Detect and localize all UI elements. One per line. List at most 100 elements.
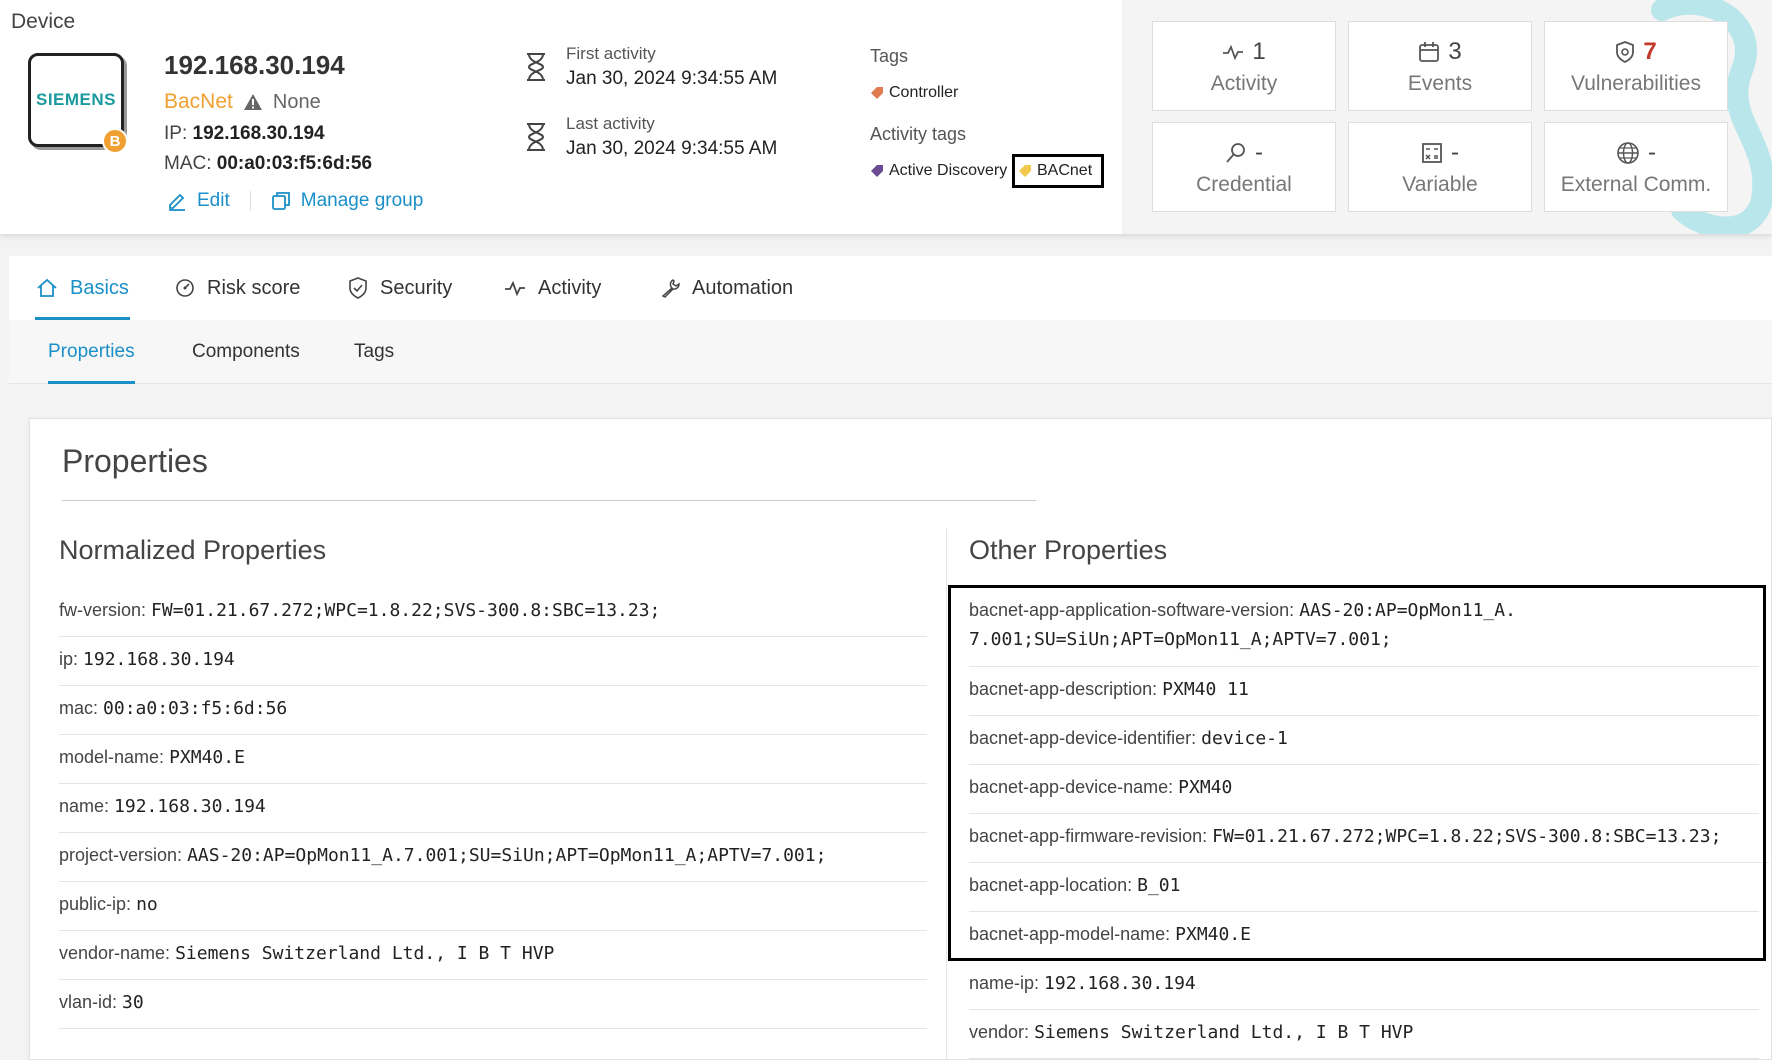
property-row: bacnet-app-device-name: PXM40 [969,765,1759,814]
property-row: bacnet-app-device-identifier: device-1 [969,716,1759,765]
property-key: bacnet-app-device-identifier: [969,728,1197,748]
property-row: vendor: Siemens Switzerland Ltd., I B T … [969,1010,1759,1059]
property-value: 192.168.30.194 [114,796,266,817]
property-value: Siemens Switzerland Ltd., I B T HVP [1034,1022,1414,1043]
title-divider [62,500,1036,501]
variable-icon [1422,143,1442,163]
column-divider [946,529,947,1060]
property-value: AAS-20:AP=OpMon11_A. [1299,600,1516,621]
manage-group-label: Manage group [300,190,424,211]
subtab-components[interactable]: Components [192,320,300,384]
property-value: FW=01.21.67.272;WPC=1.8.22;SVS-300.8:SBC… [151,600,661,621]
edit-link[interactable]: Edit [167,190,230,212]
key-icon [1226,143,1245,163]
active-subtab-indicator [48,381,135,384]
globe-icon [1617,142,1639,164]
edit-label: Edit [197,190,230,211]
tile-credential[interactable]: - Credential [1152,122,1336,212]
tile-count: - [1255,139,1263,166]
home-icon [37,278,57,297]
property-value: FW=01.21.67.272;WPC=1.8.22;SVS-300.8:SBC… [1212,826,1722,847]
mac-label: MAC: [164,153,212,174]
property-key: vlan-id: [59,992,118,1012]
property-value: PXM40 [1178,777,1233,798]
tab-label: Security [380,276,453,299]
ip-line: IP: 192.168.30.194 [164,123,325,145]
tag-controller[interactable]: Controller [870,84,958,102]
other-properties-title: Other Properties [969,535,1168,565]
tab-basics[interactable]: Basics [35,256,130,320]
tile-external-comm[interactable]: - External Comm. [1544,122,1728,212]
property-value: 30 [122,992,144,1013]
property-row: ip: 192.168.30.194 [59,637,927,686]
property-value: 192.168.30.194 [83,649,235,670]
main-tabs: Basics Risk score Security Activity Auto… [9,256,1772,320]
property-row: bacnet-app-firmware-revision: FW=01.21.6… [969,814,1769,863]
pencil-icon [169,193,185,211]
activity-tags-label: Activity tags [870,124,967,144]
property-value: no [136,894,158,915]
mac-line: MAC: 00:a0:03:f5:6d:56 [164,153,372,175]
tab-label: Automation [692,276,794,299]
property-value: device-1 [1201,728,1288,749]
sub-tabs: Properties Components Tags [9,320,1772,384]
property-key: public-ip: [59,894,132,914]
highlight-box [1012,154,1104,188]
tile-variable[interactable]: - Variable [1348,122,1532,212]
last-activity-value: Jan 30, 2024 9:34:55 AM [566,138,778,159]
property-key: bacnet-app-application-software-version: [969,600,1295,620]
device-actions: Edit Manage group [167,190,423,212]
property-key: bacnet-app-firmware-revision: [969,826,1208,846]
activity-icon [1223,44,1244,60]
tile-label: Variable [1402,173,1478,196]
tile-activity[interactable]: 1 Activity [1152,21,1336,111]
manage-group-link[interactable]: Manage group [271,190,424,212]
tab-activity[interactable]: Activity [504,256,601,320]
subtab-label: Properties [48,341,135,362]
subtab-tags[interactable]: Tags [354,320,394,384]
property-key: mac: [59,698,99,718]
tile-count: - [1648,139,1656,166]
tile-label: External Comm. [1560,173,1712,196]
property-key: bacnet-app-location: [969,875,1133,895]
property-key: fw-version: [59,600,147,620]
first-activity: First activity Jan 30, 2024 9:34:55 AM [524,44,777,90]
tile-count: 3 [1448,38,1462,65]
tab-automation[interactable]: Automation [660,256,793,320]
property-value: 192.168.30.194 [1044,973,1196,994]
property-row: fw-version: FW=01.21.67.272;WPC=1.8.22;S… [59,588,927,637]
property-key: project-version: [59,845,183,865]
tile-count: - [1451,139,1459,166]
tile-events[interactable]: 3 Events [1348,21,1532,111]
tab-risk-score[interactable]: Risk score [175,256,300,320]
mac-value: 00:a0:03:f5:6d:56 [216,153,373,174]
tile-label: Vulnerabilities [1571,72,1701,95]
properties-title: Properties [62,443,208,479]
subtab-label: Tags [354,341,395,362]
shield-icon [1616,41,1635,63]
tab-label: Activity [538,276,602,299]
tile-count: 1 [1252,38,1266,65]
property-value: Siemens Switzerland Ltd., I B T HVP [175,943,555,964]
property-key: bacnet-app-model-name: [969,924,1171,944]
divider [249,191,251,211]
device-header: Device SIEMENS B 192.168.30.194 BacNet N… [0,0,1772,234]
ip-value: 192.168.30.194 [192,123,325,144]
property-value: PXM40 11 [1162,679,1249,700]
tag-label: Active Discovery [889,162,1008,179]
property-row: vendor-name: Siemens Switzerland Ltd., I… [59,931,927,980]
property-value: AAS-20:AP=OpMon11_A.7.001;SU=SiUn;APT=Op… [187,845,827,866]
tag-icon [871,87,883,99]
property-key: vendor: [969,1022,1030,1042]
tag-active-discovery[interactable]: Active Discovery [870,162,1007,180]
protocol-badge: B [102,128,128,154]
subtab-properties[interactable]: Properties [48,320,135,384]
device-title: 192.168.30.194 [164,50,345,80]
hourglass-icon [527,53,545,81]
property-row: bacnet-app-model-name: PXM40.E [969,912,1759,961]
vendor-logo-text: SIEMENS [35,90,117,109]
tile-vulnerabilities[interactable]: 7 Vulnerabilities [1544,21,1728,111]
property-row: name-ip: 192.168.30.194 [969,961,1759,1010]
last-activity-label: Last activity [566,114,655,133]
tab-security[interactable]: Security [348,256,452,320]
